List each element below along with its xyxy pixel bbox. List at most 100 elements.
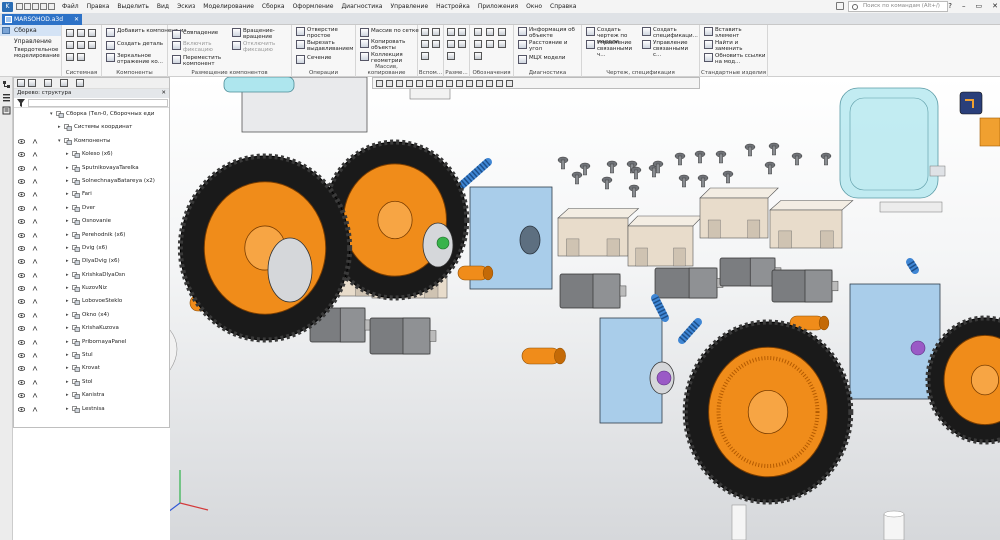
screw-part-shank[interactable] [824, 155, 829, 166]
spacer-part-end[interactable] [554, 347, 566, 365]
orientation-icon[interactable] [426, 79, 433, 87]
lock-icon[interactable] [32, 272, 39, 278]
expand-arrow-icon[interactable]: ▸ [66, 349, 69, 362]
point-icon[interactable] [421, 40, 429, 48]
expand-arrow-icon[interactable]: ▸ [66, 188, 69, 201]
menu-formatting[interactable]: Оформление [289, 0, 338, 13]
lock-icon[interactable] [32, 232, 39, 238]
eye-icon[interactable] [18, 205, 25, 211]
insert-element-button[interactable]: Вставить элемент [704, 27, 766, 39]
geometry-collection-button[interactable]: Коллекция геометрии [360, 52, 416, 64]
lock-icon[interactable] [32, 366, 39, 372]
lock-icon[interactable] [32, 406, 39, 412]
save-icon[interactable] [32, 3, 39, 10]
bracket-part-leg[interactable] [566, 238, 580, 257]
menu-edit[interactable]: Правка [83, 0, 114, 13]
eye-icon[interactable] [18, 299, 25, 305]
close-tab-icon[interactable]: ✕ [74, 14, 79, 25]
tree-view-icon[interactable] [17, 79, 25, 87]
expand-arrow-icon[interactable]: ▸ [66, 215, 69, 228]
expand-arrow-icon[interactable]: ▸ [66, 282, 69, 295]
pan-icon[interactable] [406, 79, 413, 87]
tree-item[interactable]: ▸ Kanistra [14, 389, 169, 402]
zoom-window-icon[interactable] [386, 79, 393, 87]
expand-arrow-icon[interactable]: ▸ [66, 403, 69, 416]
open-icon[interactable] [77, 29, 85, 37]
eye-icon[interactable] [18, 286, 25, 291]
dvig-motor-gearbox[interactable] [339, 307, 366, 343]
screw-part-shank[interactable] [656, 163, 661, 174]
eye-icon[interactable] [18, 259, 25, 265]
properties-icon[interactable] [77, 53, 85, 61]
spacer-part-end[interactable] [818, 315, 830, 331]
bracket-part-top[interactable] [769, 200, 854, 211]
eye-icon[interactable] [18, 312, 25, 318]
move-component-button[interactable]: Переместить компонент [172, 55, 228, 67]
eye-icon[interactable] [18, 138, 25, 144]
lock-icon[interactable] [32, 245, 39, 251]
cut-icon[interactable] [77, 41, 85, 49]
manage-linked-drawings-button[interactable]: Управление связанными ч... [586, 40, 640, 58]
3d-viewport[interactable] [170, 77, 1000, 540]
tree-coordinate-systems[interactable]: ▸ Системы координат [14, 121, 169, 134]
view-cube-side[interactable] [979, 117, 1000, 147]
redo-icon[interactable] [48, 3, 55, 10]
copy-objects-button[interactable]: Копировать объекты [360, 39, 416, 51]
text-icon[interactable] [498, 28, 506, 36]
diameter-dim-icon[interactable] [458, 40, 466, 48]
show-icon[interactable] [486, 79, 493, 87]
save-icon[interactable] [88, 29, 96, 37]
plane-icon[interactable] [421, 28, 429, 36]
document-tab[interactable]: MARSOHOD.a3d ✕ [2, 14, 82, 25]
tree-item[interactable]: ▸ PribornayaPanel [14, 336, 169, 349]
screw-part-shank[interactable] [795, 155, 800, 166]
tree-item[interactable]: ▸ SolnechnayaBatareya (x2) [14, 175, 169, 188]
help-icon[interactable]: ? [948, 0, 952, 13]
expand-arrow-icon[interactable]: ▾ [58, 135, 61, 148]
wheel-rear-hub[interactable] [377, 200, 413, 240]
perehodnik-block[interactable] [849, 283, 941, 400]
mass-properties-button[interactable]: МЦХ модели [518, 55, 565, 64]
command-search-input[interactable]: Поиск по командам (Alt+/) [848, 1, 948, 12]
screw-part-shank[interactable] [726, 173, 731, 184]
tree-item[interactable]: ▸ SputnikovayaTarelka [14, 162, 169, 175]
expand-arrow-icon[interactable]: ▸ [66, 336, 69, 349]
bracket-part-top[interactable] [699, 187, 779, 199]
bracket-part-leg[interactable] [820, 230, 834, 249]
lock-icon[interactable] [32, 299, 39, 305]
object-info-button[interactable]: Информация об объекте [518, 27, 580, 39]
update-links-button[interactable]: Обновить ссылки на мод... [704, 53, 766, 65]
tree-item[interactable]: ▸ KuzovNiz [14, 282, 169, 295]
rotate-view-icon[interactable] [416, 79, 423, 87]
lock-icon[interactable] [32, 192, 39, 198]
lock-icon[interactable] [32, 205, 39, 211]
filter-tree-icon[interactable] [44, 79, 52, 87]
screw-part-shank[interactable] [561, 159, 566, 170]
screw-part-shank[interactable] [768, 164, 773, 175]
eye-icon[interactable] [18, 339, 25, 345]
gear-part[interactable] [910, 340, 926, 356]
eye-icon[interactable] [18, 219, 25, 225]
lock-icon[interactable] [32, 326, 39, 331]
thread-icon[interactable] [474, 52, 482, 60]
menu-modeling[interactable]: Моделирование [199, 0, 258, 13]
lock-icon[interactable] [32, 286, 39, 291]
bracket-part-top[interactable] [627, 215, 704, 227]
expand-arrow-icon[interactable]: ▸ [66, 229, 69, 242]
simple-hole-button[interactable]: Отверстие простое [296, 27, 354, 39]
properties-icon[interactable] [2, 106, 11, 115]
window-sill-part[interactable] [879, 201, 943, 213]
screw-part-shank[interactable] [583, 165, 588, 176]
side-panel-part[interactable] [170, 329, 178, 371]
screw-part-shank[interactable] [701, 177, 706, 188]
zoom-icon[interactable] [396, 79, 403, 87]
lock-icon[interactable] [32, 353, 39, 358]
tree-item[interactable]: ▸ KrishkaDlyaOsn [14, 269, 169, 282]
tree-item[interactable]: ▸ Okno (x4) [14, 309, 169, 322]
display-mode-icon[interactable] [436, 79, 443, 87]
expand-arrow-icon[interactable]: ▸ [66, 162, 69, 175]
block-hole[interactable] [519, 225, 541, 255]
tree-item[interactable]: ▸ Perehodnik (x6) [14, 229, 169, 242]
eye-icon[interactable] [18, 165, 25, 171]
menu-view[interactable]: Вид [153, 0, 173, 13]
